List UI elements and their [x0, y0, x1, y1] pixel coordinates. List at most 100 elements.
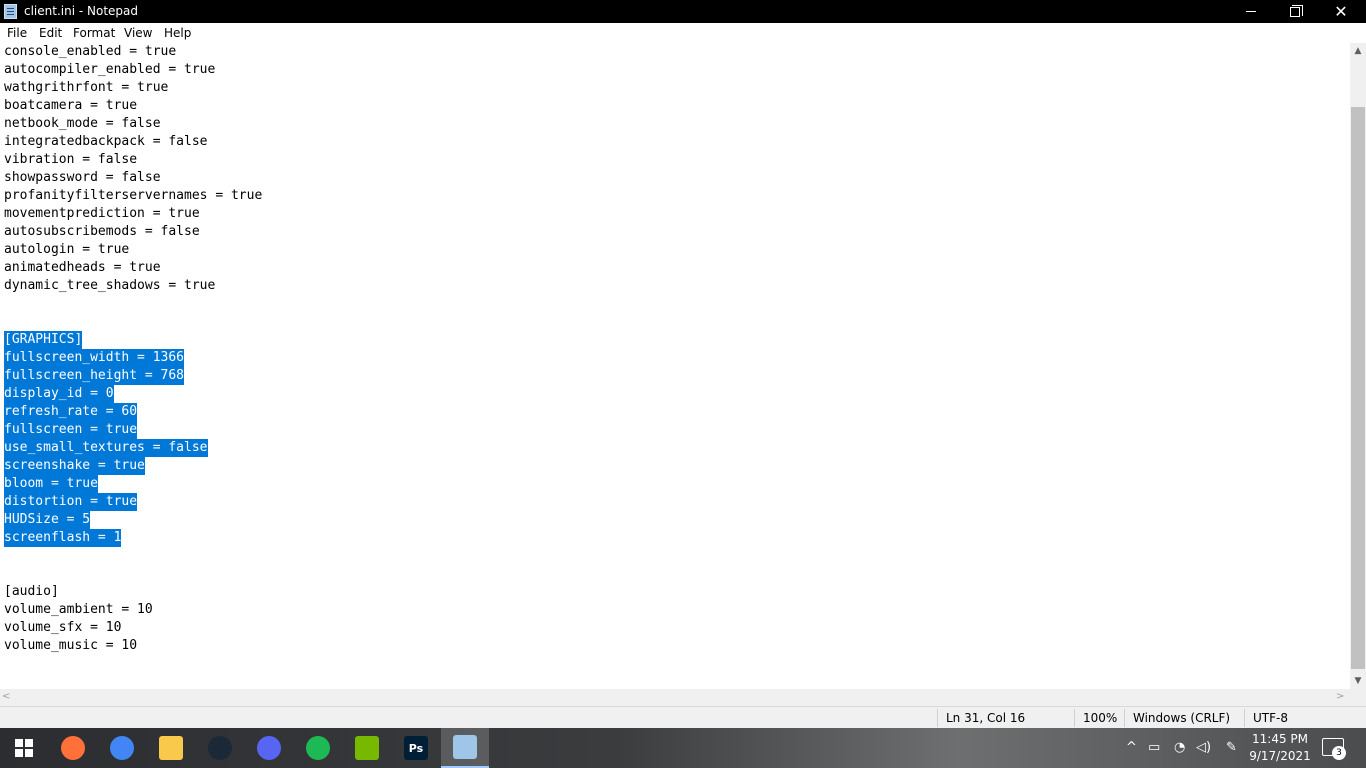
vertical-scrollbar[interactable]: ▲ ▼ [1350, 43, 1366, 689]
line-text: autocompiler_enabled = true [4, 62, 216, 77]
text-line[interactable]: volume_music = 10 [4, 637, 262, 655]
menu-help[interactable]: Help [164, 25, 191, 41]
selected-text-line[interactable]: fullscreen_height = 768 [4, 367, 262, 385]
status-bar: Ln 31, Col 16 100% Windows (CRLF) UTF-8 [0, 706, 1366, 728]
close-icon: ✕ [1334, 2, 1348, 21]
text-line[interactable]: profanityfilterservernames = true [4, 187, 262, 205]
menu-file[interactable]: File [7, 25, 27, 41]
chevron-up-icon[interactable]: ^ [1126, 740, 1137, 755]
spotify-taskbar-button[interactable] [294, 728, 342, 768]
line-text: dynamic_tree_shadows = true [4, 278, 216, 293]
scroll-up-icon[interactable]: ▲ [1350, 43, 1366, 59]
menu-format[interactable]: Format [73, 25, 115, 41]
selected-text-line[interactable]: display_id = 0 [4, 385, 262, 403]
line-text: refresh_rate = 60 [4, 403, 138, 421]
nvidia-icon [355, 736, 379, 760]
selected-text-line[interactable]: [GRAPHICS] [4, 331, 262, 349]
text-line[interactable]: showpassword = false [4, 169, 262, 187]
scroll-left-icon[interactable]: < [2, 691, 10, 702]
text-line[interactable]: wathgrithrfont = true [4, 79, 262, 97]
minimize-button[interactable] [1228, 0, 1274, 23]
clock-time: 11:45 PM [1252, 732, 1308, 746]
line-text: integratedbackpack = false [4, 134, 208, 149]
text-line[interactable]: volume_ambient = 10 [4, 601, 262, 619]
chrome-icon [110, 736, 134, 760]
selected-text-line[interactable]: fullscreen_width = 1366 [4, 349, 262, 367]
line-text: volume_ambient = 10 [4, 602, 153, 617]
nvidia-taskbar-button[interactable] [343, 728, 391, 768]
firefox-icon [61, 736, 85, 760]
scroll-down-icon[interactable]: ▼ [1350, 673, 1366, 689]
line-text: autologin = true [4, 242, 130, 257]
pen-icon[interactable]: ✎ [1226, 740, 1237, 755]
file-explorer-icon [159, 736, 183, 760]
text-line[interactable]: integratedbackpack = false [4, 133, 262, 151]
text-line[interactable]: boatcamera = true [4, 97, 262, 115]
spotify-icon [306, 736, 330, 760]
text-line[interactable]: volume_sfx = 10 [4, 619, 262, 637]
scrollbar-corner [1350, 689, 1366, 706]
selected-text-line[interactable]: refresh_rate = 60 [4, 403, 262, 421]
close-button[interactable]: ✕ [1318, 0, 1364, 23]
file-explorer-taskbar-button[interactable] [147, 728, 195, 768]
encoding: UTF-8 [1253, 711, 1288, 725]
text-line[interactable]: vibration = false [4, 151, 262, 169]
text-line[interactable] [4, 313, 262, 331]
menu-edit[interactable]: Edit [39, 25, 62, 41]
status-divider [937, 709, 938, 727]
line-text: screenshake = true [4, 457, 145, 475]
text-line[interactable]: dynamic_tree_shadows = true [4, 277, 262, 295]
text-line[interactable]: movementprediction = true [4, 205, 262, 223]
text-line[interactable]: netbook_mode = false [4, 115, 262, 133]
selected-text-line[interactable]: screenflash = 1 [4, 529, 262, 547]
line-text: volume_sfx = 10 [4, 620, 122, 635]
vertical-scroll-thumb[interactable] [1351, 107, 1365, 669]
line-text: screenflash = 1 [4, 529, 122, 547]
line-text: movementprediction = true [4, 206, 200, 221]
text-line[interactable] [4, 547, 262, 565]
restore-icon [1290, 4, 1303, 17]
text-editor[interactable]: console_enabled = true autocompiler_enabl… [0, 43, 1350, 689]
firefox-taskbar-button[interactable] [49, 728, 97, 768]
chrome-taskbar-button[interactable] [98, 728, 146, 768]
taskbar: Ps ^ ▭ ◔ ◁) ✎ 11:45 PM 9/17/2021 3 [0, 728, 1366, 768]
notepad-icon [453, 735, 477, 759]
discord-icon [257, 736, 281, 760]
selected-text-line[interactable]: fullscreen = true [4, 421, 262, 439]
line-text: fullscreen_height = 768 [4, 367, 185, 385]
text-line[interactable]: autocompiler_enabled = true [4, 61, 262, 79]
scroll-right-icon[interactable]: > [1336, 691, 1344, 702]
selected-text-line[interactable]: HUDSize = 5 [4, 511, 262, 529]
windows-icon [15, 739, 33, 757]
selected-text-line[interactable]: distortion = true [4, 493, 262, 511]
line-text: autosubscribemods = false [4, 224, 200, 239]
start-button[interactable] [0, 728, 48, 768]
wifi-icon[interactable]: ◔ [1174, 740, 1185, 755]
text-line[interactable] [4, 565, 262, 583]
line-text: [GRAPHICS] [4, 331, 83, 349]
text-line[interactable]: [audio] [4, 583, 262, 601]
clock[interactable]: 11:45 PM 9/17/2021 [1248, 731, 1312, 765]
editor-content[interactable]: console_enabled = true autocompiler_enabl… [4, 43, 262, 655]
restore-button[interactable] [1272, 0, 1318, 23]
text-line[interactable]: animatedheads = true [4, 259, 262, 277]
volume-icon[interactable]: ◁) [1196, 740, 1211, 755]
line-text: [audio] [4, 584, 59, 599]
notepad-taskbar-button[interactable] [441, 728, 489, 768]
text-line[interactable]: autosubscribemods = false [4, 223, 262, 241]
text-line[interactable]: autologin = true [4, 241, 262, 259]
text-line[interactable] [4, 295, 262, 313]
menu-view[interactable]: View [124, 25, 152, 41]
photoshop-taskbar-button[interactable]: Ps [392, 728, 440, 768]
battery-icon[interactable]: ▭ [1148, 740, 1160, 755]
selected-text-line[interactable]: bloom = true [4, 475, 262, 493]
text-line[interactable]: console_enabled = true [4, 43, 262, 61]
horizontal-scrollbar[interactable]: < > [0, 689, 1350, 706]
line-text: HUDSize = 5 [4, 511, 91, 529]
line-text: boatcamera = true [4, 98, 138, 113]
title-bar: client.ini - Notepad ✕ [0, 0, 1366, 23]
steam-taskbar-button[interactable] [196, 728, 244, 768]
selected-text-line[interactable]: screenshake = true [4, 457, 262, 475]
discord-taskbar-button[interactable] [245, 728, 293, 768]
selected-text-line[interactable]: use_small_textures = false [4, 439, 262, 457]
